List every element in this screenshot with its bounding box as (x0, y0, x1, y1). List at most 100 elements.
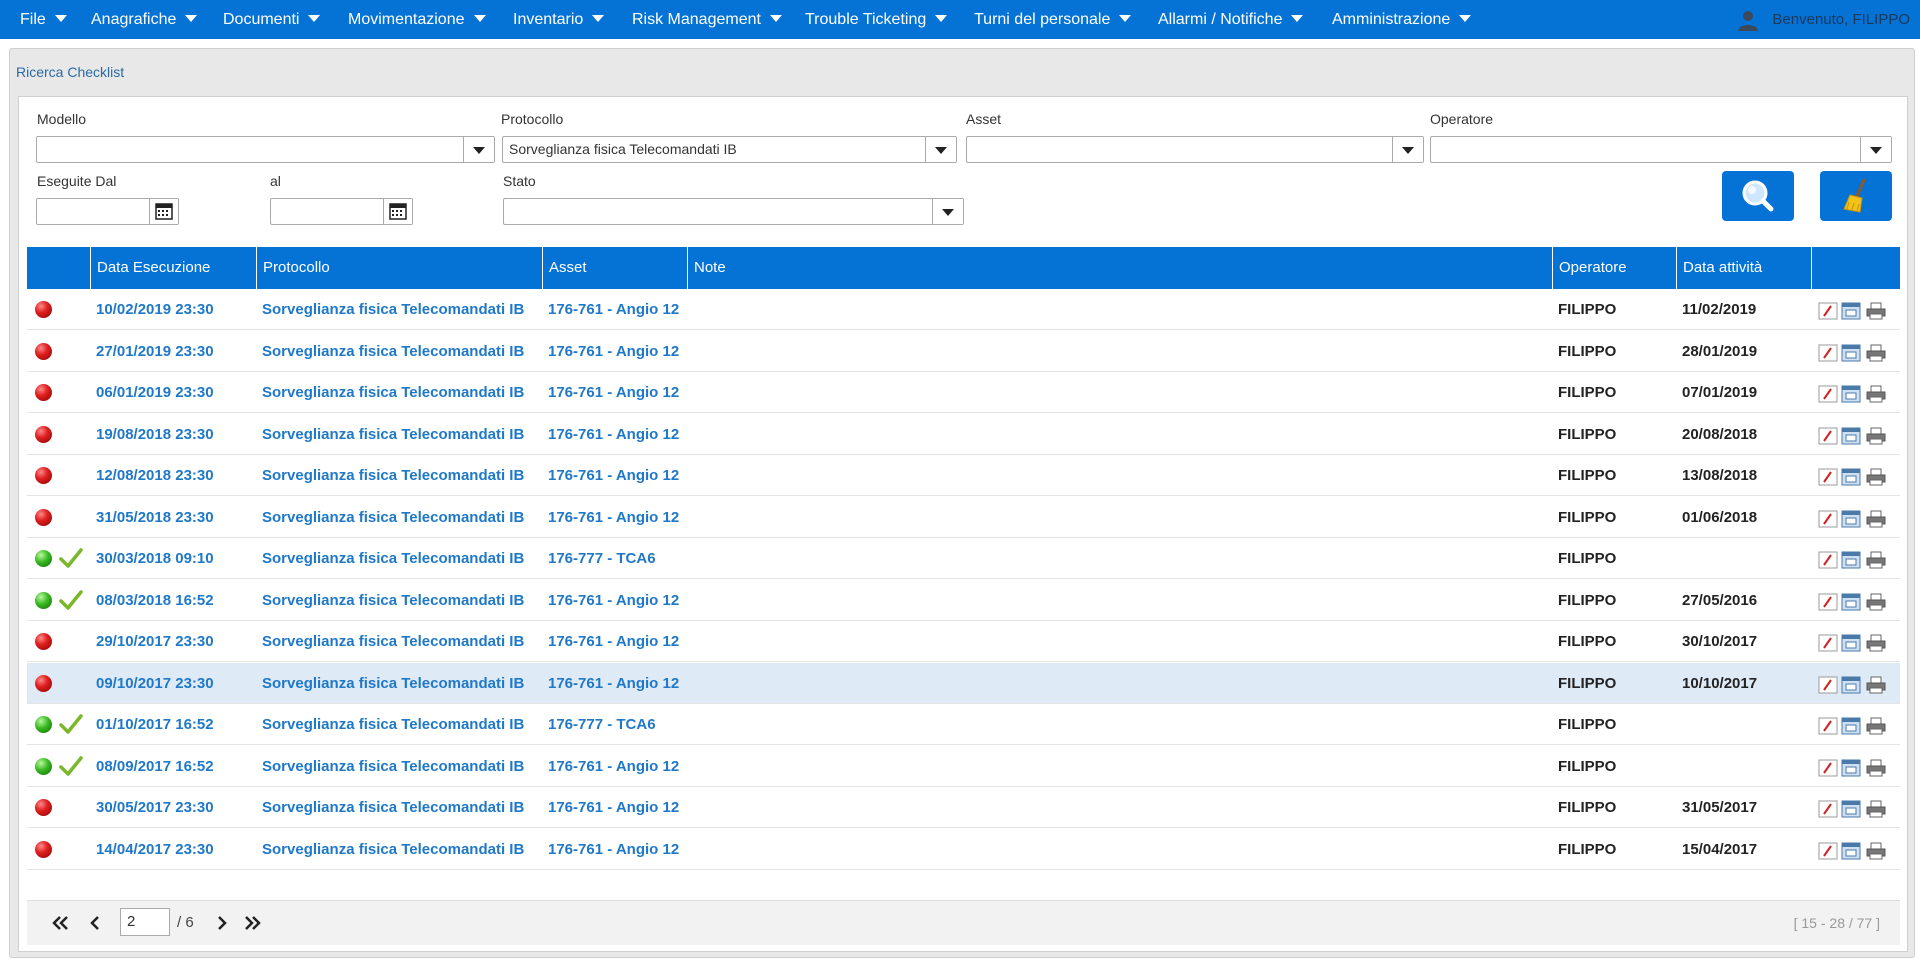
details-window-icon[interactable] (1841, 551, 1861, 569)
al-input[interactable] (270, 198, 413, 225)
cell-data-esecuzione[interactable]: 08/09/2017 16:52 (96, 746, 214, 787)
calendar-icon[interactable] (149, 199, 178, 224)
print-icon[interactable] (1866, 676, 1886, 694)
table-row[interactable]: 06/01/2019 23:30 Sorveglianza fisica Tele… (27, 372, 1900, 413)
cell-protocollo[interactable]: Sorveglianza fisica Telecomandati IB (262, 787, 524, 828)
details-window-icon[interactable] (1841, 510, 1861, 528)
menu-inventario[interactable]: Inventario (513, 0, 605, 39)
protocollo-select[interactable]: Sorveglianza fisica Telecomandati IB (502, 136, 957, 163)
menu-allarmi-notifiche[interactable]: Allarmi / Notifiche (1158, 0, 1304, 39)
cell-asset[interactable]: 176-761 - Angio 12 (548, 746, 679, 787)
table-row[interactable]: 08/03/2018 16:52 Sorveglianza fisica Tele… (27, 580, 1900, 621)
cell-asset[interactable]: 176-761 - Angio 12 (548, 414, 679, 455)
details-window-icon[interactable] (1841, 842, 1861, 860)
cell-protocollo[interactable]: Sorveglianza fisica Telecomandati IB (262, 663, 524, 704)
print-icon[interactable] (1866, 468, 1886, 486)
cell-data-esecuzione[interactable]: 06/01/2019 23:30 (96, 372, 214, 413)
cell-data-esecuzione[interactable]: 30/03/2018 09:10 (96, 538, 214, 579)
menu-turni-del-personale[interactable]: Turni del personale (974, 0, 1132, 39)
page-number-input[interactable]: 2 (120, 908, 170, 936)
table-row[interactable]: 08/09/2017 16:52 Sorveglianza fisica Tele… (27, 746, 1900, 787)
print-icon[interactable] (1866, 800, 1886, 818)
cell-asset[interactable]: 176-777 - TCA6 (548, 538, 656, 579)
print-icon[interactable] (1866, 427, 1886, 445)
table-row[interactable]: 19/08/2018 23:30 Sorveglianza fisica Tele… (27, 414, 1900, 455)
next-page-icon[interactable] (213, 914, 231, 932)
edit-pencil-icon[interactable] (1818, 842, 1838, 860)
table-row[interactable]: 10/02/2019 23:30 Sorveglianza fisica Tele… (27, 289, 1900, 330)
eseguite-dal-input[interactable] (36, 198, 179, 225)
cell-protocollo[interactable]: Sorveglianza fisica Telecomandati IB (262, 621, 524, 662)
cell-data-esecuzione[interactable]: 14/04/2017 23:30 (96, 829, 214, 870)
table-row[interactable]: 30/03/2018 09:10 Sorveglianza fisica Tele… (27, 538, 1900, 579)
edit-pencil-icon[interactable] (1818, 800, 1838, 818)
menu-amministrazione[interactable]: Amministrazione (1332, 0, 1472, 39)
edit-pencil-icon[interactable] (1818, 385, 1838, 403)
table-row[interactable]: 27/01/2019 23:30 Sorveglianza fisica Tele… (27, 331, 1900, 372)
cell-protocollo[interactable]: Sorveglianza fisica Telecomandati IB (262, 580, 524, 621)
cell-data-esecuzione[interactable]: 12/08/2018 23:30 (96, 455, 214, 496)
cell-protocollo[interactable]: Sorveglianza fisica Telecomandati IB (262, 538, 524, 579)
edit-pencil-icon[interactable] (1818, 676, 1838, 694)
details-window-icon[interactable] (1841, 468, 1861, 486)
edit-pencil-icon[interactable] (1818, 427, 1838, 445)
table-row[interactable]: 12/08/2018 23:30 Sorveglianza fisica Tele… (27, 455, 1900, 496)
table-row[interactable]: 29/10/2017 23:30 Sorveglianza fisica Tele… (27, 621, 1900, 662)
cell-asset[interactable]: 176-761 - Angio 12 (548, 497, 679, 538)
modello-select[interactable] (36, 136, 495, 163)
print-icon[interactable] (1866, 302, 1886, 320)
cell-data-esecuzione[interactable]: 27/01/2019 23:30 (96, 331, 214, 372)
col-asset[interactable]: Asset (542, 247, 687, 289)
cell-data-esecuzione[interactable]: 08/03/2018 16:52 (96, 580, 214, 621)
edit-pencil-icon[interactable] (1818, 759, 1838, 777)
cell-data-esecuzione[interactable]: 30/05/2017 23:30 (96, 787, 214, 828)
details-window-icon[interactable] (1841, 302, 1861, 320)
details-window-icon[interactable] (1841, 676, 1861, 694)
cell-asset[interactable]: 176-761 - Angio 12 (548, 787, 679, 828)
menu-risk-management[interactable]: Risk Management (632, 0, 782, 39)
edit-pencil-icon[interactable] (1818, 468, 1838, 486)
cell-asset[interactable]: 176-761 - Angio 12 (548, 621, 679, 662)
print-icon[interactable] (1866, 551, 1886, 569)
menu-trouble-ticketing[interactable]: Trouble Ticketing (805, 0, 948, 39)
cell-data-esecuzione[interactable]: 10/02/2019 23:30 (96, 289, 214, 330)
asset-select[interactable] (966, 136, 1424, 163)
chevron-down-icon[interactable] (925, 137, 956, 162)
cell-protocollo[interactable]: Sorveglianza fisica Telecomandati IB (262, 455, 524, 496)
cell-protocollo[interactable]: Sorveglianza fisica Telecomandati IB (262, 497, 524, 538)
print-icon[interactable] (1866, 634, 1886, 652)
prev-page-icon[interactable] (86, 914, 104, 932)
col-note[interactable]: Note (687, 247, 1552, 289)
calendar-icon[interactable] (383, 199, 412, 224)
edit-pencil-icon[interactable] (1818, 634, 1838, 652)
chevron-down-icon[interactable] (1860, 137, 1891, 162)
col-protocollo[interactable]: Protocollo (256, 247, 542, 289)
cell-data-esecuzione[interactable]: 31/05/2018 23:30 (96, 497, 214, 538)
first-page-icon[interactable] (51, 914, 69, 932)
details-window-icon[interactable] (1841, 800, 1861, 818)
stato-select[interactable] (503, 198, 964, 225)
cell-protocollo[interactable]: Sorveglianza fisica Telecomandati IB (262, 289, 524, 330)
menu-anagrafiche[interactable]: Anagrafiche (91, 0, 198, 39)
print-icon[interactable] (1866, 344, 1886, 362)
cell-asset[interactable]: 176-761 - Angio 12 (548, 331, 679, 372)
col-data-esecuzione[interactable]: Data Esecuzione (90, 247, 256, 289)
details-window-icon[interactable] (1841, 344, 1861, 362)
clear-filters-button[interactable] (1820, 171, 1892, 221)
details-window-icon[interactable] (1841, 717, 1861, 735)
print-icon[interactable] (1866, 759, 1886, 777)
print-icon[interactable] (1866, 842, 1886, 860)
cell-asset[interactable]: 176-761 - Angio 12 (548, 829, 679, 870)
details-window-icon[interactable] (1841, 634, 1861, 652)
cell-protocollo[interactable]: Sorveglianza fisica Telecomandati IB (262, 372, 524, 413)
chevron-down-icon[interactable] (1392, 137, 1423, 162)
cell-protocollo[interactable]: Sorveglianza fisica Telecomandati IB (262, 331, 524, 372)
table-row[interactable]: 30/05/2017 23:30 Sorveglianza fisica Tele… (27, 787, 1900, 828)
cell-asset[interactable]: 176-761 - Angio 12 (548, 455, 679, 496)
table-row[interactable]: 14/04/2017 23:30 Sorveglianza fisica Tele… (27, 829, 1900, 870)
cell-data-esecuzione[interactable]: 19/08/2018 23:30 (96, 414, 214, 455)
table-row[interactable]: 09/10/2017 23:30 Sorveglianza fisica Tele… (27, 663, 1900, 704)
print-icon[interactable] (1866, 717, 1886, 735)
cell-protocollo[interactable]: Sorveglianza fisica Telecomandati IB (262, 414, 524, 455)
edit-pencil-icon[interactable] (1818, 593, 1838, 611)
